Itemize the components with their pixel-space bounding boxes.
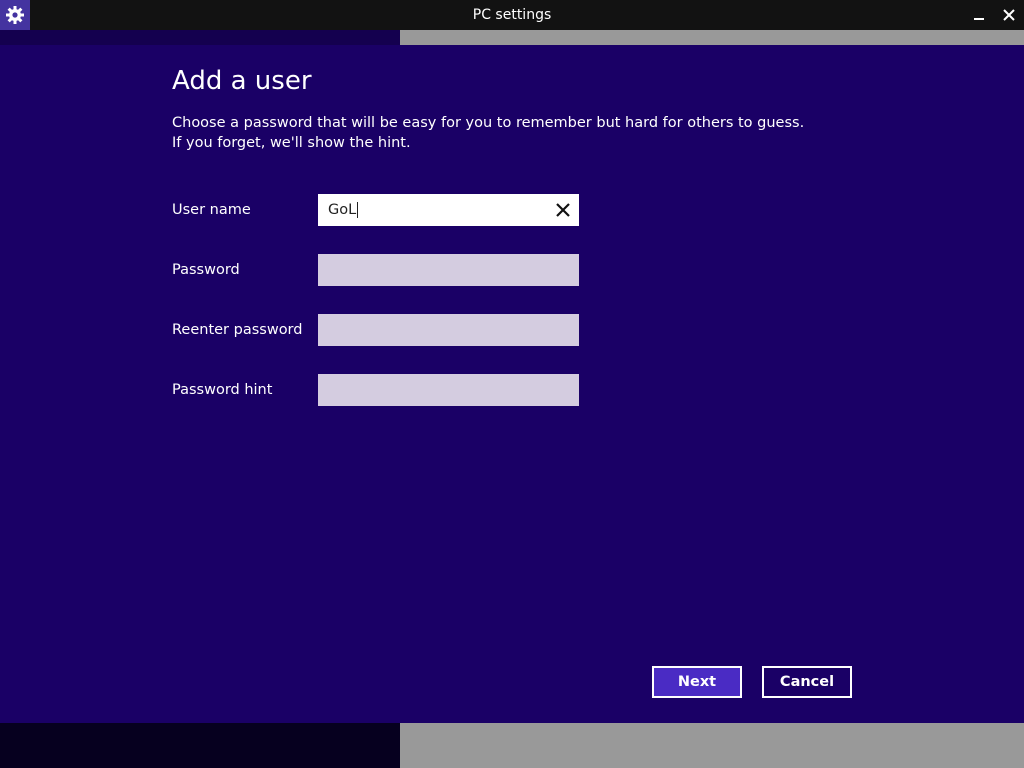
username-label: User name (172, 202, 251, 218)
close-button[interactable] (994, 0, 1024, 30)
minimize-button[interactable] (964, 0, 994, 30)
reenter-password-input[interactable] (318, 314, 579, 346)
username-value: GoL (328, 202, 357, 218)
close-icon (1003, 9, 1015, 21)
bottom-band-left (0, 723, 400, 768)
title-bar: PC settings (0, 0, 1024, 30)
reenter-password-label: Reenter password (172, 322, 303, 338)
username-input[interactable]: GoL (318, 194, 579, 226)
password-input[interactable] (318, 254, 579, 286)
gear-icon[interactable] (0, 0, 30, 30)
next-button[interactable]: Next (652, 666, 742, 698)
clear-username-button[interactable] (553, 200, 573, 220)
text-caret (357, 202, 359, 218)
close-icon (556, 203, 570, 217)
password-label: Password (172, 262, 240, 278)
cancel-button[interactable]: Cancel (762, 666, 852, 698)
password-hint-label: Password hint (172, 382, 273, 398)
page-title: Add a user (172, 66, 312, 96)
minimize-icon (974, 18, 984, 20)
window-title: PC settings (472, 7, 552, 23)
page-description: Choose a password that will be easy for … (172, 115, 805, 151)
top-band-left (0, 30, 400, 45)
password-hint-input[interactable] (318, 374, 579, 406)
top-band-right (400, 30, 1024, 45)
bottom-band-right (400, 723, 1024, 768)
